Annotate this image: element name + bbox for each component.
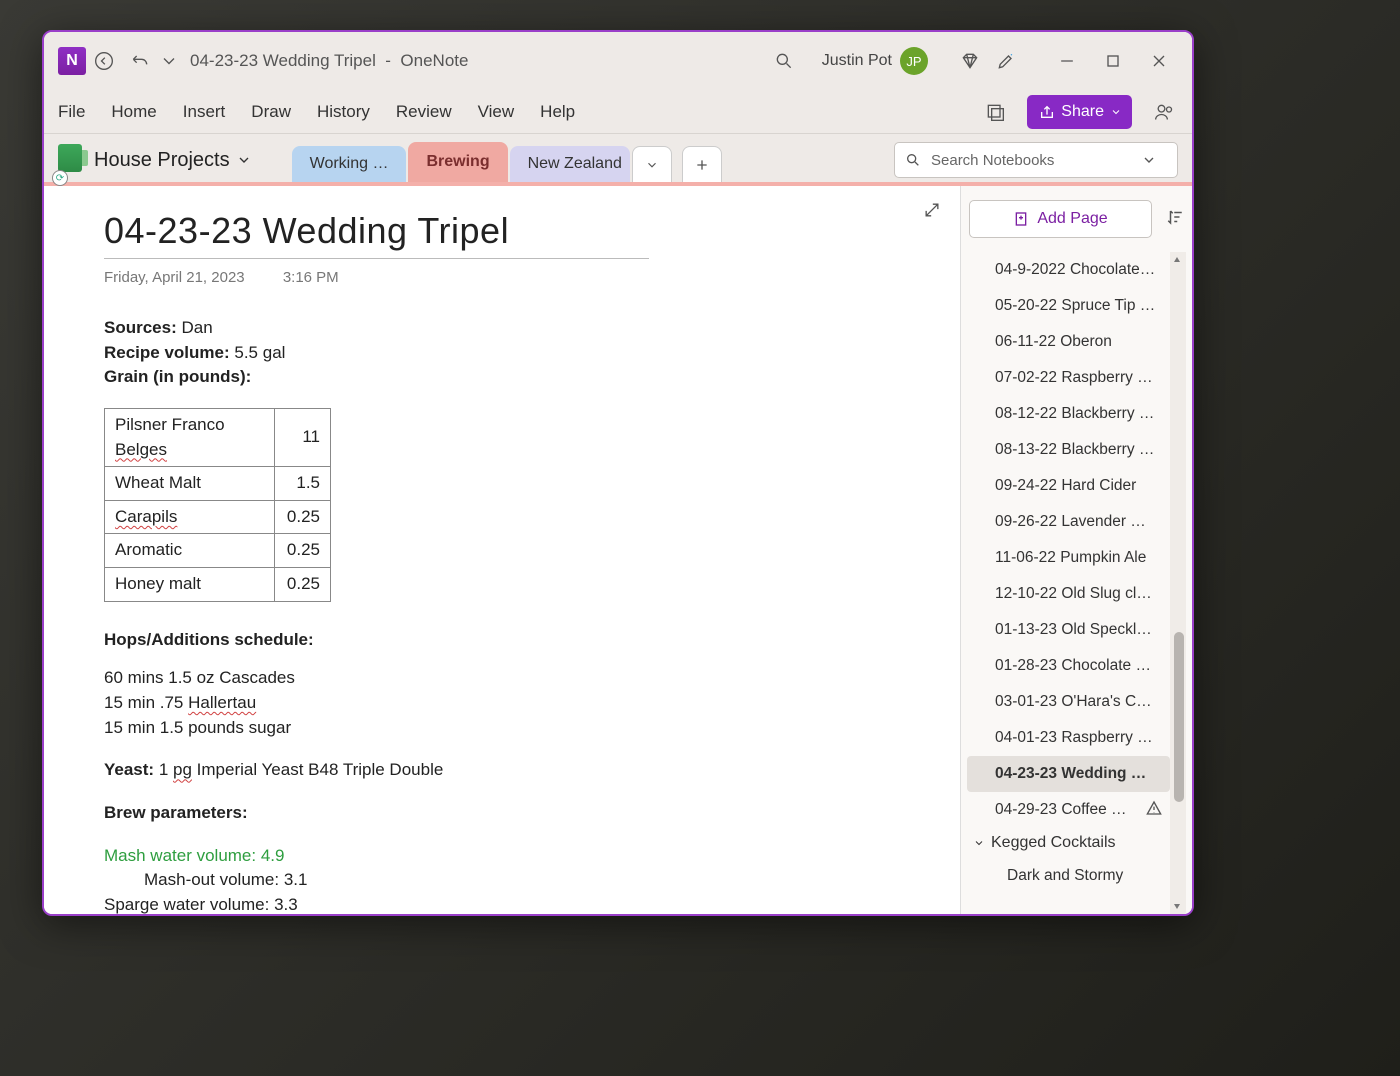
page-canvas[interactable]: 04-23-23 Wedding Tripel Friday, April 21…	[44, 186, 960, 914]
notebook-dropdown-icon[interactable]	[236, 152, 252, 168]
diamond-icon[interactable]	[952, 43, 988, 79]
sync-status-icon: ⟳	[52, 170, 68, 186]
page-list-item[interactable]: 12-10-22 Old Slug cl…	[967, 576, 1170, 612]
menu-view[interactable]: View	[478, 102, 515, 122]
table-row: Pilsner Franco Belges11	[105, 408, 331, 466]
title-bar: N 04-23-23 Wedding Tripel - OneNote Just…	[44, 32, 1192, 90]
ink-pen-icon[interactable]	[988, 43, 1024, 79]
add-page-button[interactable]: Add Page	[969, 200, 1152, 238]
sort-pages-icon[interactable]	[1166, 208, 1184, 226]
section-tab-brewing[interactable]: Brewing	[408, 142, 507, 182]
app-window: N 04-23-23 Wedding Tripel - OneNote Just…	[42, 30, 1194, 916]
minimize-button[interactable]	[1044, 43, 1090, 79]
page-body[interactable]: Sources: Dan Recipe volume: 5.5 gal Grai…	[104, 316, 940, 914]
user-avatar[interactable]: JP	[900, 47, 928, 75]
search-scope-dropdown-icon[interactable]	[1141, 152, 1157, 168]
menu-file[interactable]: File	[58, 102, 85, 122]
back-button[interactable]	[86, 43, 122, 79]
table-row: Carapils0.25	[105, 500, 331, 534]
page-list-item[interactable]: 03-01-23 O'Hara's C…	[967, 684, 1170, 720]
search-placeholder: Search Notebooks	[931, 152, 1054, 169]
full-page-view-icon[interactable]	[922, 200, 942, 220]
page-list-item[interactable]: 04-23-23 Wedding …	[967, 756, 1170, 792]
page-list-item[interactable]: 09-24-22 Hard Cider	[967, 468, 1170, 504]
page-date: Friday, April 21, 2023	[104, 269, 245, 286]
page-list-item[interactable]: 06-11-22 Oberon	[967, 324, 1170, 360]
menu-history[interactable]: History	[317, 102, 370, 122]
add-page-label: Add Page	[1037, 210, 1107, 228]
page-title[interactable]: 04-23-23 Wedding Tripel	[104, 210, 649, 259]
undo-button[interactable]	[122, 43, 158, 79]
notebook-icon[interactable]	[58, 144, 82, 172]
page-list-panel: Add Page 04-9-2022 Chocolate…05-20-22 Sp…	[960, 186, 1192, 914]
search-button[interactable]	[766, 43, 802, 79]
grain-table[interactable]: Pilsner Franco Belges11 Wheat Malt1.5 Ca…	[104, 408, 331, 602]
menu-help[interactable]: Help	[540, 102, 575, 122]
page-list-item[interactable]: 04-9-2022 Chocolate…	[967, 252, 1170, 288]
add-page-icon	[1013, 211, 1029, 227]
comments-people-icon[interactable]	[1146, 94, 1182, 130]
page-list-item[interactable]: 04-01-23 Raspberry …	[967, 720, 1170, 756]
menu-home[interactable]: Home	[111, 102, 156, 122]
share-label: Share	[1061, 103, 1104, 121]
onenote-app-icon: N	[58, 47, 86, 75]
customize-qat-button[interactable]	[158, 43, 180, 79]
menu-draw[interactable]: Draw	[251, 102, 291, 122]
table-row: Aromatic0.25	[105, 534, 331, 568]
close-button[interactable]	[1136, 43, 1182, 79]
window-title: 04-23-23 Wedding Tripel - OneNote	[190, 51, 468, 71]
page-list-item[interactable]: 09-26-22 Lavender …	[967, 504, 1170, 540]
notebook-bar: ⟳ House Projects Working … Brewing New Z…	[44, 134, 1192, 186]
page-group-header[interactable]: Kegged Cocktails	[967, 828, 1186, 858]
maximize-button[interactable]	[1090, 43, 1136, 79]
page-list-item[interactable]: 11-06-22 Pumpkin Ale	[967, 540, 1170, 576]
page-list-item[interactable]: Dark and Stormy	[967, 858, 1170, 894]
scroll-up-icon[interactable]	[1171, 254, 1183, 266]
menu-insert[interactable]: Insert	[183, 102, 226, 122]
section-tabs: Working … Brewing New Zealand	[292, 142, 724, 182]
share-button[interactable]: Share	[1027, 95, 1132, 129]
page-meta: Friday, April 21, 2023 3:16 PM	[104, 269, 940, 286]
section-tab-working[interactable]: Working …	[292, 146, 407, 182]
page-list-item[interactable]: 01-13-23 Old Speckl…	[967, 612, 1170, 648]
chevron-down-icon	[973, 837, 985, 849]
page-list-item[interactable]: 08-13-22 Blackberry …	[967, 432, 1170, 468]
search-icon	[905, 152, 921, 168]
menu-review[interactable]: Review	[396, 102, 452, 122]
scrollbar-thumb[interactable]	[1174, 632, 1184, 802]
table-row: Wheat Malt1.5	[105, 467, 331, 501]
page-list-item[interactable]: 05-20-22 Spruce Tip …	[967, 288, 1170, 324]
main-area: 04-23-23 Wedding Tripel Friday, April 21…	[44, 186, 1192, 914]
page-list-item[interactable]: 04-29-23 Coffee …	[967, 792, 1170, 828]
section-tab-add[interactable]	[682, 146, 722, 182]
page-list: 04-9-2022 Chocolate…05-20-22 Spruce Tip …	[967, 252, 1186, 914]
search-input[interactable]: Search Notebooks	[894, 142, 1178, 178]
feed-icon[interactable]	[977, 94, 1013, 130]
scrollbar-track[interactable]	[1170, 252, 1186, 914]
user-name-label: Justin Pot	[822, 52, 892, 70]
page-list-item[interactable]: 07-02-22 Raspberry …	[967, 360, 1170, 396]
section-tab-more[interactable]	[632, 146, 672, 182]
table-row: Honey malt0.25	[105, 568, 331, 602]
section-tab-new-zealand[interactable]: New Zealand	[510, 146, 630, 182]
page-time: 3:16 PM	[283, 269, 339, 286]
conflict-warning-icon	[1146, 800, 1162, 821]
notebook-name[interactable]: House Projects	[94, 149, 230, 172]
page-list-item[interactable]: 08-12-22 Blackberry …	[967, 396, 1170, 432]
scroll-down-icon[interactable]	[1171, 900, 1183, 912]
ribbon-menu: File Home Insert Draw History Review Vie…	[44, 90, 1192, 134]
page-list-item[interactable]: 01-28-23 Chocolate …	[967, 648, 1170, 684]
